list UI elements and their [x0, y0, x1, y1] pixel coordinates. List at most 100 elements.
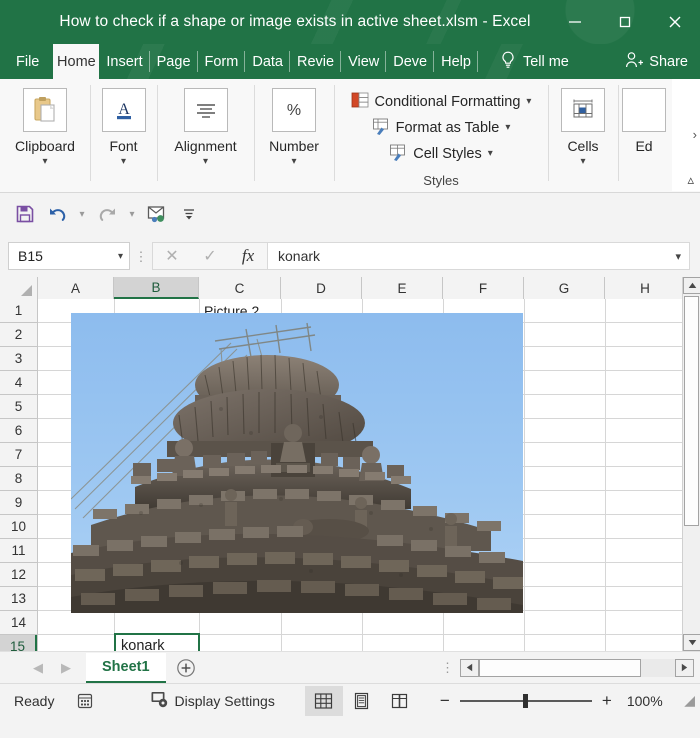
- chevron-down-icon[interactable]: ▾: [291, 157, 296, 167]
- horizontal-scroll-thumb[interactable]: [479, 658, 641, 677]
- active-cell-b15[interactable]: konark: [114, 633, 200, 651]
- row-header-10[interactable]: 10: [0, 515, 37, 539]
- save-icon[interactable]: [10, 199, 40, 229]
- vertical-scrollbar[interactable]: [682, 277, 700, 651]
- ribbon-group-cells[interactable]: Cells ▾: [548, 79, 618, 192]
- clipboard-icon[interactable]: [23, 88, 67, 132]
- minimize-button[interactable]: [550, 0, 600, 44]
- tab-file[interactable]: File: [0, 44, 53, 79]
- collapse-ribbon-button[interactable]: ▵: [687, 172, 694, 188]
- scroll-down-button[interactable]: [683, 634, 700, 651]
- tab-help[interactable]: Help: [434, 44, 478, 79]
- sheet-tab-sheet1[interactable]: Sheet1: [86, 652, 166, 683]
- tell-me-search[interactable]: Tell me: [500, 44, 569, 79]
- column-header-b[interactable]: B: [114, 277, 199, 299]
- close-button[interactable]: [650, 0, 700, 44]
- row-header-1[interactable]: 1: [0, 299, 37, 323]
- chevron-down-icon[interactable]: ▾: [580, 157, 585, 167]
- chevron-down-icon[interactable]: ▾: [505, 123, 510, 133]
- tab-home[interactable]: Home: [53, 44, 100, 79]
- enter-formula-button[interactable]: ✓: [191, 246, 229, 266]
- row-header-5[interactable]: 5: [0, 395, 37, 419]
- tab-page-layout[interactable]: Page: [150, 44, 198, 79]
- name-box[interactable]: B15 ▾: [8, 242, 130, 270]
- page-break-preview-button[interactable]: [381, 686, 419, 716]
- chevron-right-icon[interactable]: ›: [693, 127, 697, 142]
- row-header-14[interactable]: 14: [0, 611, 37, 635]
- row-header-9[interactable]: 9: [0, 491, 37, 515]
- cells-icon[interactable]: [561, 88, 605, 132]
- row-header-15[interactable]: 15: [0, 635, 37, 651]
- formula-input[interactable]: konark ▾: [267, 242, 690, 270]
- tab-insert[interactable]: Insert: [99, 44, 150, 79]
- redo-dropdown-chevron-icon[interactable]: ▾: [124, 209, 140, 220]
- scroll-left-button[interactable]: [460, 658, 479, 677]
- tab-developer[interactable]: Deve: [386, 44, 434, 79]
- row-header-3[interactable]: 3: [0, 347, 37, 371]
- row-header-13[interactable]: 13: [0, 587, 37, 611]
- share-button[interactable]: Share: [624, 44, 688, 79]
- column-header-e[interactable]: E: [362, 277, 443, 299]
- percent-icon[interactable]: %: [272, 88, 316, 132]
- format-as-table-button[interactable]: Format as Table ▾: [372, 115, 510, 141]
- maximize-button[interactable]: [600, 0, 650, 44]
- zoom-in-button[interactable]: +: [601, 691, 613, 711]
- zoom-level-label[interactable]: 100%: [627, 693, 663, 709]
- scroll-right-button[interactable]: [675, 658, 694, 677]
- add-sheet-button[interactable]: [166, 658, 206, 678]
- column-header-f[interactable]: F: [443, 277, 524, 299]
- expand-formula-bar-chevron-icon[interactable]: ▾: [675, 250, 681, 263]
- row-header-4[interactable]: 4: [0, 371, 37, 395]
- send-to-recipient-icon[interactable]: [142, 199, 172, 229]
- tab-formulas[interactable]: Form: [198, 44, 246, 79]
- tab-review[interactable]: Revie: [290, 44, 342, 79]
- undo-icon[interactable]: [42, 199, 72, 229]
- row-header-12[interactable]: 12: [0, 563, 37, 587]
- display-settings-button[interactable]: Display Settings: [150, 690, 275, 711]
- column-header-d[interactable]: D: [281, 277, 362, 299]
- formula-bar-grip[interactable]: ⋮: [130, 250, 152, 263]
- redo-icon[interactable]: [92, 199, 122, 229]
- row-header-7[interactable]: 7: [0, 443, 37, 467]
- sheet-bar-grip[interactable]: ⋮: [441, 661, 454, 674]
- row-header-8[interactable]: 8: [0, 467, 37, 491]
- tab-data[interactable]: Data: [245, 44, 290, 79]
- undo-dropdown-chevron-icon[interactable]: ▾: [74, 209, 90, 220]
- zoom-slider-thumb[interactable]: [522, 693, 528, 708]
- next-sheet-button[interactable]: ▶: [52, 660, 80, 676]
- column-header-c[interactable]: C: [199, 277, 281, 299]
- zoom-slider[interactable]: [459, 693, 592, 708]
- horizontal-scrollbar[interactable]: [460, 658, 694, 677]
- row-header-11[interactable]: 11: [0, 539, 37, 563]
- column-header-g[interactable]: G: [524, 277, 605, 299]
- ribbon-group-number[interactable]: % Number ▾: [254, 79, 334, 192]
- font-a-icon[interactable]: A: [101, 88, 146, 132]
- ribbon-group-alignment[interactable]: Alignment ▾: [157, 79, 254, 192]
- customize-qat-icon[interactable]: [174, 199, 204, 229]
- cancel-formula-button[interactable]: ✕: [153, 246, 191, 266]
- cell-styles-button[interactable]: Cell Styles ▾: [389, 141, 493, 167]
- normal-view-button[interactable]: [304, 685, 343, 716]
- row-header-2[interactable]: 2: [0, 323, 37, 347]
- chevron-down-icon[interactable]: ▾: [42, 157, 47, 167]
- window-resize-grip[interactable]: ◢: [684, 692, 695, 709]
- chevron-down-icon[interactable]: ▾: [118, 251, 123, 262]
- ribbon-group-clipboard[interactable]: Clipboard ▾: [0, 79, 90, 192]
- insert-function-button[interactable]: fx: [229, 246, 267, 266]
- accessibility-checker-icon[interactable]: [76, 692, 94, 710]
- chevron-down-icon[interactable]: ▾: [203, 157, 208, 167]
- chevron-down-icon[interactable]: ▾: [121, 157, 126, 167]
- conditional-formatting-button[interactable]: Conditional Formatting ▾: [351, 89, 531, 115]
- row-header-6[interactable]: 6: [0, 419, 37, 443]
- select-all-button[interactable]: [0, 277, 38, 299]
- previous-sheet-button[interactable]: ◀: [24, 660, 52, 676]
- editing-icon[interactable]: [622, 88, 666, 132]
- vertical-scroll-thumb[interactable]: [684, 296, 699, 526]
- chevron-down-icon[interactable]: ▾: [526, 97, 531, 107]
- zoom-out-button[interactable]: −: [439, 691, 451, 711]
- page-layout-view-button[interactable]: [343, 686, 381, 716]
- chevron-down-icon[interactable]: ▾: [488, 149, 493, 159]
- column-header-a[interactable]: A: [38, 277, 114, 299]
- alignment-icon[interactable]: [183, 88, 228, 132]
- column-header-h[interactable]: H: [605, 277, 686, 299]
